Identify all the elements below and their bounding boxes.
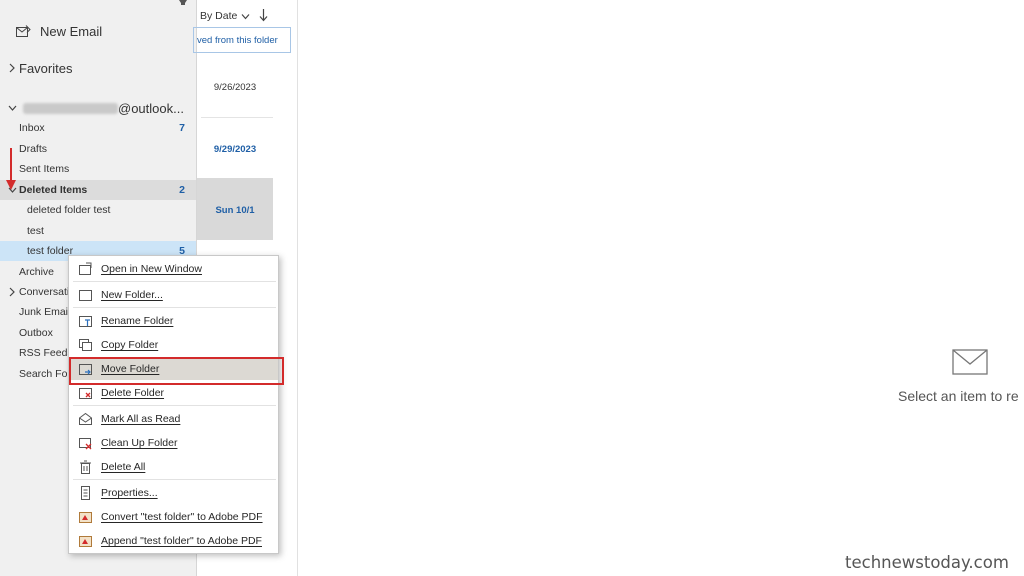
folder-label: deleted folder test — [27, 204, 111, 216]
menu-item-mark-all-read[interactable]: Mark All as Read — [69, 408, 278, 430]
folder-label: test folder — [27, 245, 74, 257]
menu-item-new-folder[interactable]: New Folder... — [69, 284, 278, 306]
menu-item-label: Delete All — [101, 461, 146, 473]
menu-item-copy-folder[interactable]: Copy Folder — [69, 334, 278, 356]
folder-label: Drafts — [19, 143, 48, 155]
folder-label: Sent Items — [19, 163, 70, 175]
pdf-convert-icon — [79, 512, 92, 523]
sort-direction-button[interactable] — [259, 8, 268, 25]
menu-item-convert-to-pdf[interactable]: Convert "test folder" to Adobe PDF — [69, 506, 278, 528]
menu-item-properties[interactable]: Properties... — [69, 482, 278, 504]
menu-item-delete-all[interactable]: Delete All — [69, 456, 278, 478]
mark-read-icon — [79, 412, 92, 425]
menu-item-label: Copy Folder — [101, 339, 159, 351]
pin-icon[interactable] — [176, 0, 190, 8]
folder-drafts[interactable]: Drafts — [0, 139, 196, 159]
chevron-down-icon — [241, 13, 250, 19]
menu-item-append-to-pdf[interactable]: Append "test folder" to Adobe PDF — [69, 530, 278, 552]
folder-label: Deleted Items — [19, 184, 88, 196]
message-date[interactable]: 9/29/2023 — [197, 144, 273, 155]
pdf-append-icon — [79, 536, 92, 547]
account-suffix: @outlook... — [118, 100, 184, 116]
folder-label: Archive — [19, 266, 55, 278]
account-name-redacted — [23, 102, 118, 114]
favorites-label: Favorites — [19, 60, 73, 76]
menu-item-delete-folder[interactable]: Delete Folder — [69, 382, 278, 404]
annotation-arrow — [6, 148, 16, 190]
folder-label: Inbox — [19, 122, 45, 134]
menu-item-label: Rename Folder — [101, 315, 174, 327]
menu-item-move-folder[interactable]: Move Folder — [69, 357, 284, 385]
menu-item-clean-up-folder[interactable]: Clean Up Folder — [69, 432, 278, 454]
menu-item-label: Convert "test folder" to Adobe PDF — [101, 511, 263, 523]
menu-item-rename-folder[interactable]: Rename Folder — [69, 310, 278, 332]
copy-folder-icon — [79, 339, 92, 351]
open-window-icon — [79, 262, 92, 275]
folder-label: Outbox — [19, 327, 53, 339]
chevron-down-icon — [8, 105, 17, 111]
favorites-group[interactable]: Favorites — [8, 60, 72, 76]
folder-deleted-folder-test[interactable]: deleted folder test — [0, 200, 196, 220]
message-date[interactable]: Sun 10/1 — [197, 205, 273, 216]
folder-label: test — [27, 225, 44, 237]
properties-icon — [81, 486, 90, 500]
new-email-button[interactable]: New Email — [16, 22, 102, 40]
menu-item-open-new-window[interactable]: Open in New Window — [69, 258, 278, 280]
account-header[interactable]: @outlook... — [8, 99, 192, 117]
chevron-right-icon — [9, 63, 15, 73]
folder-test[interactable]: test — [0, 221, 196, 241]
folder-sent-items[interactable]: Sent Items — [0, 159, 196, 179]
move-folder-icon — [79, 364, 92, 375]
watermark: technewstoday.com — [845, 553, 1009, 572]
new-email-icon — [16, 24, 31, 37]
menu-separator — [73, 405, 276, 406]
folder-deleted-items[interactable]: Deleted Items 2 — [0, 180, 196, 200]
menu-item-label: Move Folder — [101, 363, 160, 375]
sort-label: By Date — [200, 10, 238, 22]
delete-all-icon — [80, 460, 91, 474]
sort-by-button[interactable]: By Date — [200, 10, 250, 22]
menu-item-label: Properties... — [101, 487, 158, 499]
new-email-label: New Email — [40, 23, 103, 39]
list-divider — [201, 117, 273, 118]
new-folder-icon — [79, 290, 92, 301]
reading-pane — [298, 0, 1024, 576]
folder-context-menu: Open in New Window New Folder... Rename … — [68, 255, 284, 554]
message-date[interactable]: 9/26/2023 — [197, 82, 273, 93]
folder-label: Conversati — [19, 286, 70, 298]
menu-item-label: Clean Up Folder — [101, 437, 178, 449]
menu-separator — [73, 281, 276, 282]
menu-item-label: Append "test folder" to Adobe PDF — [101, 535, 262, 547]
empty-reading-message: Select an item to re — [898, 388, 1019, 404]
clean-up-icon — [79, 438, 92, 450]
menu-separator — [73, 307, 276, 308]
arrow-down-icon — [259, 9, 268, 22]
delete-folder-icon — [79, 388, 92, 399]
menu-item-label: Delete Folder — [101, 387, 165, 399]
rename-folder-icon — [79, 316, 92, 327]
folder-label: RSS Feeds — [19, 347, 73, 359]
unread-count: 7 — [179, 122, 185, 134]
menu-item-label: Open in New Window — [101, 263, 202, 275]
menu-separator — [73, 479, 276, 480]
unread-count: 2 — [179, 184, 185, 196]
envelope-icon — [952, 349, 988, 375]
recover-items-link[interactable]: ved from this folder — [193, 27, 291, 53]
chevron-right-icon — [9, 287, 15, 297]
menu-item-label: Mark All as Read — [101, 413, 181, 425]
menu-item-label: New Folder... — [101, 289, 163, 301]
folder-label: Junk Email — [19, 306, 71, 318]
folder-inbox[interactable]: Inbox 7 — [0, 118, 196, 138]
